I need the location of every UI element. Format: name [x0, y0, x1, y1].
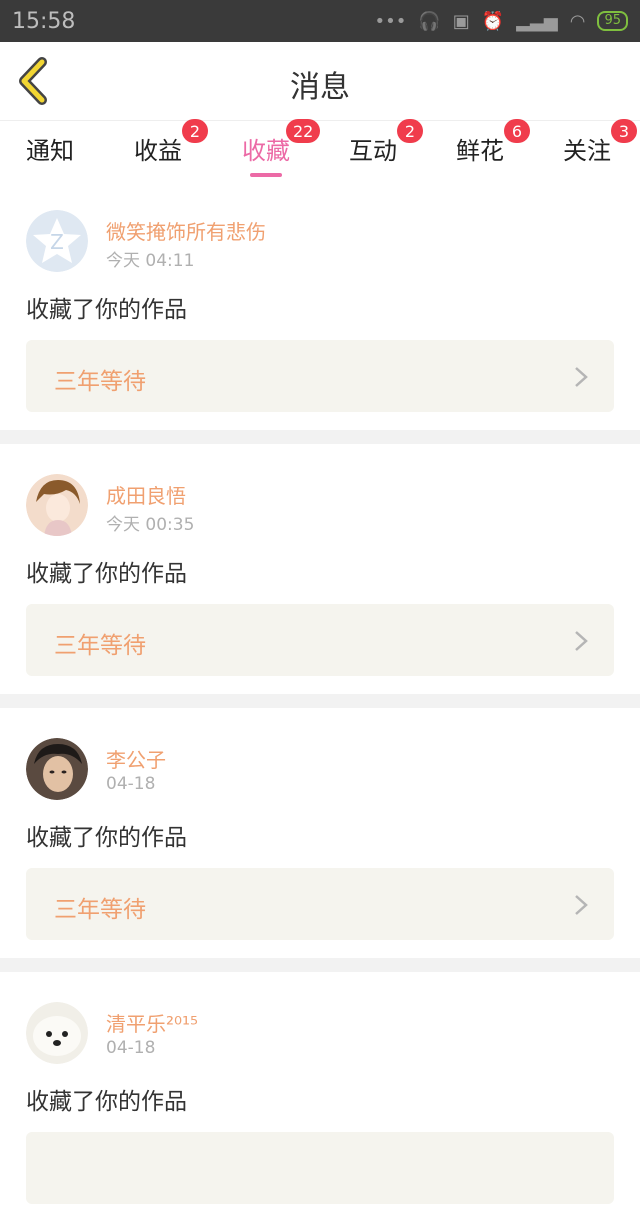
tab-favorites[interactable]: 收藏 22: [242, 119, 321, 177]
nav-bar: 消息: [0, 42, 640, 120]
username[interactable]: 微笑掩饰所有悲伤: [106, 216, 266, 245]
tab-active-indicator: [250, 173, 282, 177]
page-title: 消息: [290, 70, 350, 105]
status-bar: 15:58 ••• 🎧 ▣ ⏰ ▂▃▅ ◠ 95: [0, 0, 640, 42]
qq-avatar-icon: Z: [26, 210, 88, 272]
dog-avatar-icon: [26, 1002, 88, 1064]
status-icons: ••• 🎧 ▣ ⏰ ▂▃▅ ◠ 95: [374, 11, 628, 32]
message-card: 清平乐²⁰¹⁵ 04-18 收藏了你的作品: [0, 972, 640, 1222]
timestamp: 今天 04:11: [106, 251, 195, 271]
svg-text:Z: Z: [50, 230, 64, 254]
work-title: 三年等待: [54, 633, 146, 659]
tab-badge: 3: [611, 119, 637, 143]
tab-interaction[interactable]: 互动 2: [349, 119, 423, 175]
message-text: 收藏了你的作品: [26, 561, 187, 587]
work-link[interactable]: 三年等待: [26, 340, 614, 412]
user-avatar-icon: [26, 474, 88, 536]
tab-earnings[interactable]: 收益 2: [134, 119, 208, 175]
timestamp: 今天 00:35: [106, 515, 195, 535]
headset-icon: 🎧: [418, 10, 441, 32]
timestamp: 04-18: [106, 774, 156, 794]
tab-label: 关注: [563, 137, 611, 165]
avatar[interactable]: [26, 738, 88, 800]
username[interactable]: 李公子: [106, 744, 166, 773]
tab-badge: 6: [504, 119, 530, 143]
more-dots-icon: •••: [374, 10, 407, 32]
message-text: 收藏了你的作品: [26, 1089, 187, 1115]
tab-follow[interactable]: 关注 3: [563, 119, 637, 175]
tab-badge: 2: [397, 119, 423, 143]
user-avatar-icon: [26, 738, 88, 800]
username[interactable]: 成田良悟: [106, 480, 186, 509]
message-card: Z 微笑掩饰所有悲伤 今天 04:11 收藏了你的作品 三年等待: [0, 180, 640, 430]
tab-label: 收藏: [242, 137, 290, 165]
signal-icon: ▂▃▅: [516, 10, 558, 32]
tab-badge: 2: [182, 119, 208, 143]
work-title: 三年等待: [54, 897, 146, 923]
chevron-right-icon: [575, 895, 588, 915]
work-link[interactable]: 三年等待: [26, 868, 614, 940]
message-text: 收藏了你的作品: [26, 297, 187, 323]
username[interactable]: 清平乐²⁰¹⁵: [106, 1008, 198, 1037]
tab-flowers[interactable]: 鲜花 6: [456, 119, 530, 175]
work-link[interactable]: [26, 1132, 614, 1204]
tab-label: 互动: [349, 137, 397, 165]
battery-icon: 95: [597, 11, 628, 31]
tab-label: 通知: [26, 137, 74, 165]
message-card: 成田良悟 今天 00:35 收藏了你的作品 三年等待: [0, 444, 640, 694]
avatar[interactable]: [26, 1002, 88, 1064]
message-list: Z 微笑掩饰所有悲伤 今天 04:11 收藏了你的作品 三年等待 成田良悟 今天…: [0, 180, 640, 1222]
chevron-right-icon: [575, 367, 588, 387]
status-time: 15:58: [12, 8, 76, 34]
wifi-icon: ◠: [569, 10, 586, 32]
tab-badge: 22: [286, 119, 321, 143]
message-text: 收藏了你的作品: [26, 825, 187, 851]
divider: [0, 958, 640, 972]
message-card: 李公子 04-18 收藏了你的作品 三年等待: [0, 708, 640, 958]
work-title: 三年等待: [54, 369, 146, 395]
chevron-right-icon: [575, 631, 588, 651]
timestamp: 04-18: [106, 1038, 156, 1058]
tab-notice[interactable]: 通知: [26, 131, 74, 175]
divider: [0, 430, 640, 444]
alarm-icon: ⏰: [481, 10, 505, 32]
sim-icon: ▣: [452, 10, 470, 32]
avatar[interactable]: Z: [26, 210, 88, 272]
divider: [0, 694, 640, 708]
tab-label: 收益: [134, 137, 182, 165]
work-link[interactable]: 三年等待: [26, 604, 614, 676]
tab-label: 鲜花: [456, 137, 504, 165]
tab-bar: 通知 收益 2 收藏 22 互动 2 鲜花 6 关注 3: [0, 119, 640, 180]
avatar[interactable]: [26, 474, 88, 536]
